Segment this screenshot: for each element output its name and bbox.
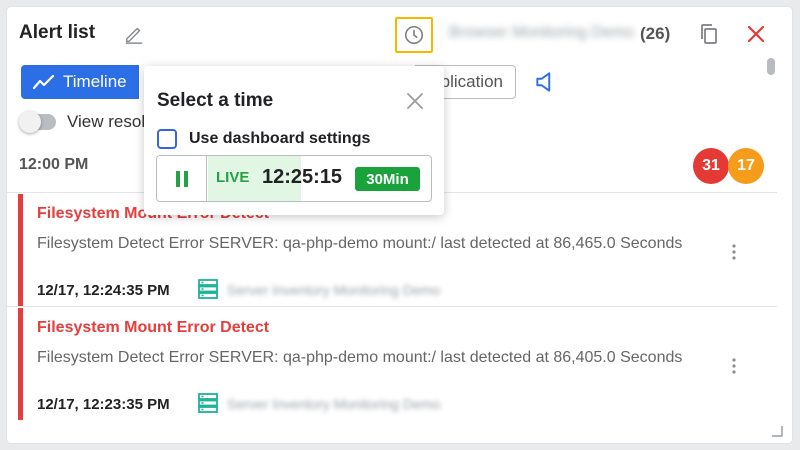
alert-time: 12/17, 12:24:35 PM [37, 282, 170, 299]
trend-line-icon [33, 74, 55, 90]
live-clock: 12:25:15 [262, 166, 343, 188]
alert-message: Filesystem Detect Error SERVER: qa-php-d… [37, 235, 683, 252]
timeline-tab[interactable]: Timeline [21, 65, 139, 99]
resize-handle-icon[interactable] [771, 425, 783, 437]
more-options-icon[interactable] [727, 242, 741, 262]
alert-title: Filesystem Mount Error Detect [37, 319, 270, 336]
view-resolved-toggle[interactable] [19, 111, 56, 133]
server-icon [198, 279, 218, 299]
close-icon[interactable] [744, 22, 768, 46]
speaker-icon[interactable] [533, 69, 559, 95]
time-picker-button[interactable] [395, 17, 433, 53]
project-name: Browser Monitoring Demo [449, 24, 634, 41]
use-dashboard-settings-checkbox[interactable] [157, 129, 177, 149]
server-icon [198, 393, 218, 413]
alert-server-name[interactable]: Server Inventory Monitoring Demo [227, 396, 440, 412]
live-time-control: LIVE 12:25:15 30Min [156, 155, 432, 202]
use-dashboard-settings-label: Use dashboard settings [189, 130, 371, 147]
scrollbar-thumb[interactable] [767, 58, 775, 75]
copy-icon[interactable] [697, 22, 721, 46]
time-select-popover: Select a time Use dashboard settings LIV… [144, 66, 444, 215]
pause-icon [175, 170, 188, 187]
alert-time: 12/17, 12:23:35 PM [37, 396, 170, 413]
clock-icon [404, 25, 424, 45]
alert-row[interactable]: Filesystem Mount Error Detect Filesystem… [7, 306, 777, 420]
more-options-icon[interactable] [727, 356, 741, 376]
timeline-tab-label: Timeline [63, 72, 127, 91]
pencil-icon[interactable] [123, 23, 145, 45]
alert-list-panel: Alert list Browser Monitoring Demo (26) … [7, 7, 792, 443]
alert-message: Filesystem Detect Error SERVER: qa-php-d… [37, 349, 683, 366]
critical-count-badge[interactable]: 31 [693, 148, 729, 184]
warning-count-badge[interactable]: 17 [728, 148, 764, 184]
duration-button[interactable]: 30Min [355, 167, 420, 191]
pause-button[interactable] [157, 156, 207, 201]
close-icon[interactable] [404, 90, 426, 112]
panel-title: Alert list [19, 22, 96, 43]
alert-server-name[interactable]: Server Inventory Monitoring Demo [227, 282, 440, 298]
live-label: LIVE [216, 169, 250, 186]
time-marker: 12:00 PM [19, 156, 89, 173]
alert-items: Filesystem Mount Error Detect Filesystem… [7, 192, 777, 420]
popover-title: Select a time [157, 90, 274, 111]
alert-count: (26) [640, 24, 671, 43]
